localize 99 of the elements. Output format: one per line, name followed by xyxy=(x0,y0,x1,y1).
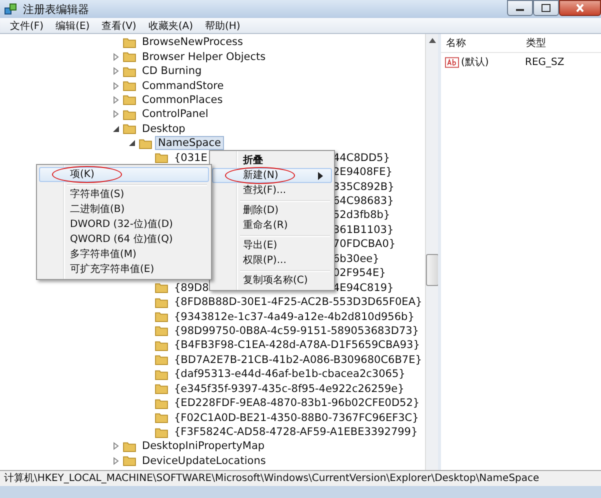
collapsed-arrow-icon[interactable] xyxy=(112,442,120,450)
menu-item[interactable]: 二进制值(B) xyxy=(39,202,209,217)
folder-icon xyxy=(155,325,168,336)
folder-icon xyxy=(139,138,152,149)
menu-item[interactable]: QWORD (64 位)值(Q) xyxy=(39,232,209,247)
registry-key[interactable]: NameSpace xyxy=(155,136,224,150)
expanded-arrow-icon[interactable] xyxy=(128,139,136,148)
vertical-scrollbar[interactable] xyxy=(425,34,438,470)
scroll-up-arrow-icon[interactable] xyxy=(429,38,436,43)
maximize-icon xyxy=(541,4,551,12)
menu-item[interactable]: 复制项名称(C) xyxy=(212,273,332,288)
cubes-icon xyxy=(4,2,18,16)
status-bar: 计算机\HKEY_LOCAL_MACHINE\SOFTWARE\Microsoft\Windows\CurrentVersion\Explorer\Desktop\NameSpace xyxy=(0,470,601,486)
folder-icon xyxy=(155,368,168,380)
menu-item[interactable]: 导出(E) xyxy=(212,238,332,253)
folder-icon xyxy=(155,282,168,294)
folder-icon xyxy=(155,383,168,394)
menu-item[interactable]: 编辑(E) xyxy=(56,18,90,32)
menu-item[interactable]: 新建(N) xyxy=(212,168,332,183)
menu-item[interactable]: DWORD (32-位)值(D) xyxy=(39,217,209,232)
menu-item[interactable]: 帮助(H) xyxy=(205,18,240,32)
registry-key-fragment[interactable]: 4E94C819} xyxy=(333,282,426,294)
folder-icon xyxy=(123,66,136,77)
value-name[interactable]: (默认) xyxy=(461,55,489,69)
string-value-icon xyxy=(445,56,459,68)
folder-icon xyxy=(123,440,136,452)
registry-key[interactable]: {89D8 xyxy=(171,280,212,295)
registry-key[interactable]: CommonPlaces xyxy=(139,92,226,107)
registry-key[interactable]: {031E xyxy=(171,150,210,165)
registry-key[interactable]: CD Burning xyxy=(139,64,205,78)
registry-key[interactable]: BrowseNewProcess xyxy=(139,35,246,50)
menu-item[interactable]: 重命名(R) xyxy=(212,218,332,233)
annotation-ellipse xyxy=(225,167,295,184)
registry-key[interactable]: {F3F5824C-AD58-4728-AF59-A1EBE3392799} xyxy=(171,425,421,440)
registry-key[interactable]: DeviceUpdateLocations xyxy=(139,454,269,468)
registry-key[interactable]: {daf95313-e44d-46af-be1b-cbacea2c3065} xyxy=(171,367,408,382)
minimize-button[interactable] xyxy=(507,0,533,16)
column-header[interactable]: 名称 xyxy=(441,36,521,50)
menu-item[interactable]: 多字符串值(M) xyxy=(39,247,209,262)
registry-key[interactable]: Desktop xyxy=(139,122,188,136)
menu-item[interactable]: 查找(F)... xyxy=(212,183,332,198)
folder-icon xyxy=(155,398,168,409)
registry-key-fragment[interactable]: 335C892B} xyxy=(333,180,426,193)
menu-item[interactable]: 字符串值(S) xyxy=(39,187,209,202)
collapsed-arrow-icon[interactable] xyxy=(112,456,120,465)
folder-icon xyxy=(123,80,136,92)
registry-key[interactable]: {BD7A2E7B-21CB-41b2-A086-B309680C6B7E} xyxy=(171,352,425,367)
registry-key[interactable]: {ED228FDF-9EA8-4870-83b1-96b02CFE0D52} xyxy=(171,396,423,410)
menu-item[interactable]: 收藏夹(A) xyxy=(148,18,193,32)
close-button[interactable] xyxy=(559,0,601,16)
menu-item[interactable]: 项(K) xyxy=(39,167,209,182)
registry-key-fragment[interactable]: 52d3fb8b} xyxy=(333,209,426,222)
folder-icon xyxy=(155,354,168,366)
collapsed-arrow-icon[interactable] xyxy=(112,110,120,118)
registry-key[interactable]: Browser Helper Objects xyxy=(139,50,269,64)
collapsed-arrow-icon[interactable] xyxy=(112,67,120,76)
registry-key-fragment[interactable]: 2E9408FE} xyxy=(333,166,426,178)
window-title: 注册表编辑器 xyxy=(23,2,90,16)
registry-key-fragment[interactable]: 64C98683} xyxy=(333,195,426,208)
collapsed-arrow-icon[interactable] xyxy=(112,96,120,104)
collapsed-arrow-icon[interactable] xyxy=(112,52,120,61)
folder-icon xyxy=(155,296,168,308)
folder-icon xyxy=(123,123,136,134)
folder-icon xyxy=(155,340,168,351)
column-header[interactable]: 类型 xyxy=(521,36,601,50)
folder-icon xyxy=(123,94,136,106)
folder-icon xyxy=(155,412,168,424)
registry-key-fragment[interactable]: 361B1103} xyxy=(333,224,426,236)
registry-key[interactable]: CommandStore xyxy=(139,78,227,93)
folder-icon xyxy=(155,311,168,322)
submenu-arrow-icon xyxy=(318,172,323,180)
menu-item[interactable]: 权限(P)... xyxy=(212,253,332,268)
registry-key[interactable]: {8FD8B88D-30E1-4F25-AC2B-553D3D65F0EA} xyxy=(171,295,426,310)
registry-key[interactable]: ControlPanel xyxy=(139,107,212,122)
folder-icon xyxy=(123,51,136,62)
menu-item[interactable]: 查看(V) xyxy=(102,18,136,32)
registry-key[interactable]: {F02C1A0D-BE21-4350-88B0-7367FC96EF3C} xyxy=(171,410,422,425)
registry-key-fragment[interactable]: 70FDCBA0} xyxy=(333,238,426,250)
maximize-button[interactable] xyxy=(533,0,559,16)
registry-key[interactable]: {98D99750-0B8A-4c59-9151-589053683D73} xyxy=(171,324,422,338)
expanded-arrow-icon[interactable] xyxy=(112,124,120,133)
folder-icon xyxy=(123,108,136,120)
value-type: REG_SZ xyxy=(525,56,564,68)
menu-item[interactable]: 文件(F) xyxy=(10,18,44,32)
scrollbar-thumb[interactable] xyxy=(426,254,438,286)
menu-item[interactable]: 删除(D) xyxy=(212,203,332,218)
registry-key[interactable]: {e345f35f-9397-435c-8f95-4e922c26259e} xyxy=(171,382,408,396)
menu-item[interactable]: 可扩充字符串值(E) xyxy=(39,262,209,277)
registry-key[interactable]: {B4FB3F98-C1EA-428d-A78A-D1F5659CBA93} xyxy=(171,338,423,352)
annotation-ellipse xyxy=(52,166,122,183)
folder-icon xyxy=(123,455,136,466)
registry-key-fragment[interactable]: 44C8DD5} xyxy=(333,152,426,164)
close-icon xyxy=(575,4,585,12)
menu-item[interactable]: 折叠 xyxy=(212,153,332,168)
folder-icon xyxy=(155,426,168,438)
registry-key[interactable]: DesktopIniPropertyMap xyxy=(139,439,268,454)
registry-key[interactable]: {9343812e-1c37-4a49-a12e-4b2d810d956b} xyxy=(171,310,418,324)
folder-icon xyxy=(123,36,136,48)
collapsed-arrow-icon[interactable] xyxy=(112,82,120,90)
